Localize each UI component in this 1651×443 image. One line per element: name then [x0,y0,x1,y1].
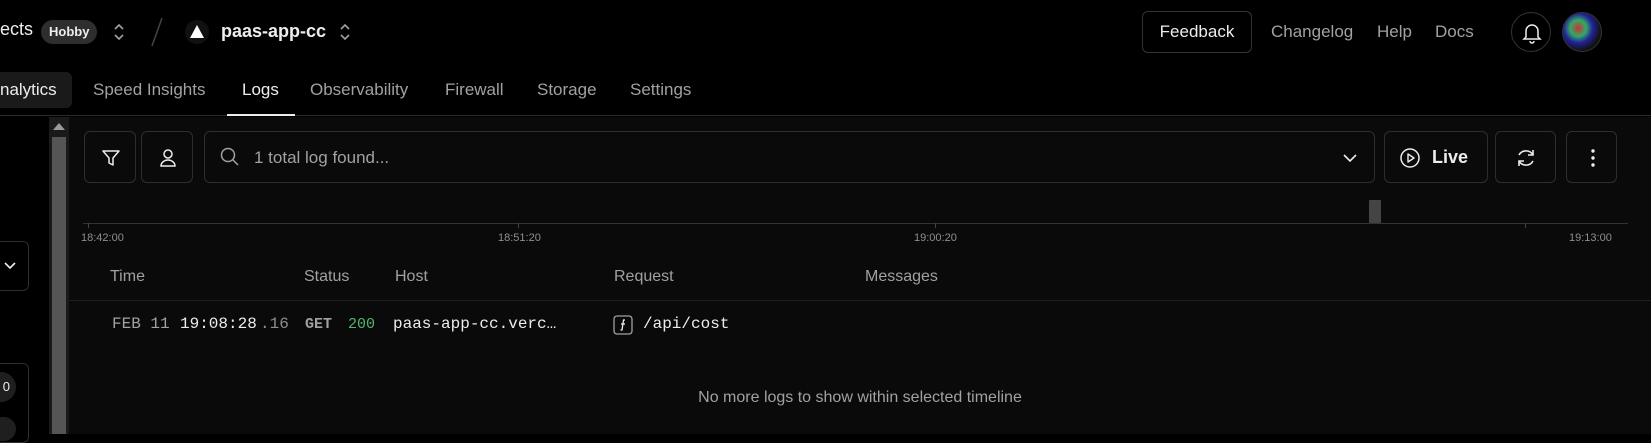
timeline-tick [1525,223,1526,228]
scroll-up-arrow[interactable] [53,123,65,130]
search-placeholder: 1 total log found... [254,148,390,167]
table-row[interactable]: FEB 11 19:08:28 .16 GET 200 paas-app-cc.… [69,303,1651,347]
notifications-button[interactable] [1511,12,1551,52]
column-header-status: Status [304,268,350,285]
chevron-updown-icon[interactable] [111,21,127,43]
timeline-tick [935,223,936,228]
header-divider [69,300,1651,301]
more-vertical-icon [1591,149,1595,167]
logs-main: 1 total log found... Live 18:42:00 18:51… [69,117,1651,434]
search-icon [220,147,239,166]
projects-breadcrumb[interactable]: ects [0,19,33,40]
tab-settings[interactable]: Settings [630,80,691,100]
timeline-tick [518,223,519,228]
filter-icon [102,150,120,166]
function-icon [613,315,633,335]
column-header-host: Host [395,268,428,285]
column-header-request: Request [614,268,674,285]
tab-logs[interactable]: Logs [242,80,279,100]
docs-link[interactable]: Docs [1435,22,1474,42]
avatar[interactable] [1562,12,1602,52]
project-tabs: nalytics Speed Insights Logs Observabili… [0,66,1651,116]
chevron-down-icon [4,262,16,270]
column-header-time: Time [110,268,145,285]
tab-speed-insights[interactable]: Speed Insights [93,80,205,100]
top-bar: ects Hobby paas-app-cc Feedback Changelo… [0,0,1651,66]
project-name[interactable]: paas-app-cc [221,21,326,42]
log-status: 200 [348,316,376,333]
end-of-logs-message: No more logs to show within selected tim… [698,389,1022,406]
refresh-button[interactable] [1495,131,1556,183]
help-link[interactable]: Help [1377,22,1412,42]
scroll-thumb[interactable] [52,137,66,434]
timeline-tick-label: 18:42:00 [81,232,124,244]
scrollbar[interactable] [49,117,69,434]
log-method: GET [305,316,333,333]
timeline-log-bar[interactable] [1369,200,1381,223]
log-time: 19:08:28 [180,315,257,333]
feedback-button[interactable]: Feedback [1142,11,1252,53]
breadcrumb-separator [151,17,163,47]
timeline-tick-label: 18:51:20 [498,232,541,244]
column-header-messages: Messages [865,268,938,285]
log-date: FEB 11 [112,315,170,333]
play-circle-icon [1400,148,1420,168]
active-tab-indicator [227,114,295,116]
bell-icon [1522,24,1542,44]
tab-observability[interactable]: Observability [310,80,408,100]
refresh-icon [1518,150,1534,166]
live-label: Live [1432,147,1469,167]
timeline-axis [83,223,1628,224]
tab-storage[interactable]: Storage [537,80,597,100]
more-options-button[interactable] [1566,131,1617,183]
log-request-path: /api/cost [643,315,730,333]
search-input[interactable]: 1 total log found... [204,131,1375,183]
tab-firewall[interactable]: Firewall [445,80,504,100]
changelog-link[interactable]: Changelog [1271,22,1353,42]
timeline-tick-label: 19:00:20 [914,232,957,244]
timeline-tick [88,223,89,228]
tab-analytics[interactable]: nalytics [0,80,57,100]
chevron-updown-icon[interactable] [337,21,353,43]
log-host: paas-app-cc.verc… [393,315,557,333]
timeline-tick-label: 19:13:00 [1569,232,1612,244]
chevron-down-icon[interactable] [1340,148,1360,168]
plan-badge: Hobby [41,20,98,44]
user-filter-button[interactable] [141,131,193,183]
left-dropdown[interactable] [0,241,29,291]
vercel-triangle-icon [185,20,209,44]
log-time-ms: .16 [260,315,289,333]
user-icon [160,149,176,167]
live-button[interactable]: Live [1384,131,1488,183]
left-filter-panel: 0 [0,117,49,443]
filter-button[interactable] [84,131,136,183]
